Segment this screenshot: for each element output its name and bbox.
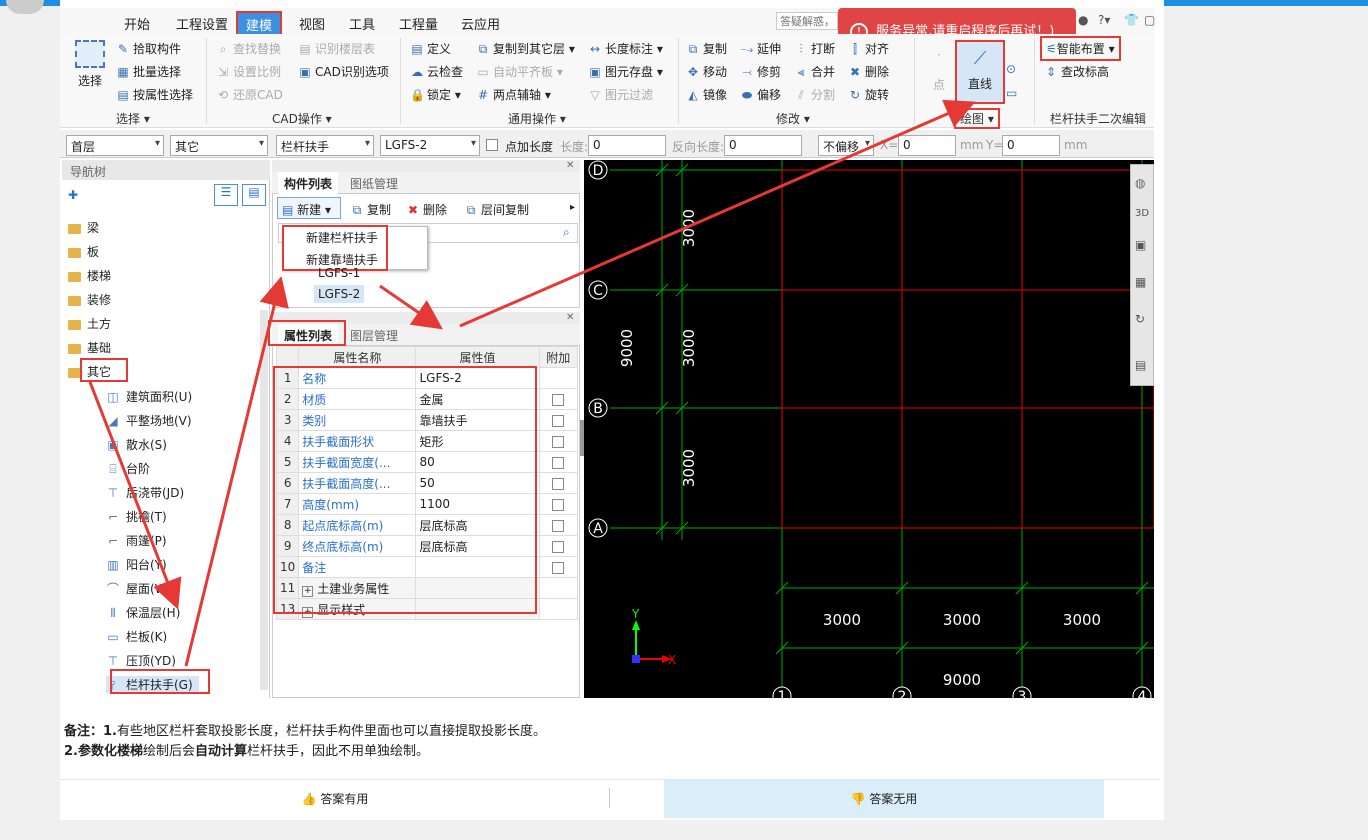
feedback-separator <box>609 788 610 808</box>
note-line-1: 备注：1.有些地区栏杆套取投影长度，栏杆扶手构件里面也可以直接提取投影长度。 <box>64 724 547 739</box>
thumbs-down-icon: 👎 <box>850 792 866 806</box>
thumbs-up-icon: 👍 <box>301 792 317 806</box>
note-line-2: 2.参数化楼梯绘制后会自动计算栏杆扶手，因此不用单独绘制。 <box>64 744 430 759</box>
annotation-arrows <box>88 99 976 667</box>
useful-button[interactable]: 👍 答案有用 <box>60 780 610 818</box>
useless-button[interactable]: 👎 答案无用 <box>664 780 1104 818</box>
note-block: 备注：1.有些地区栏杆套取投影长度，栏杆扶手构件里面也可以直接提取投影长度。 2… <box>64 722 1154 762</box>
